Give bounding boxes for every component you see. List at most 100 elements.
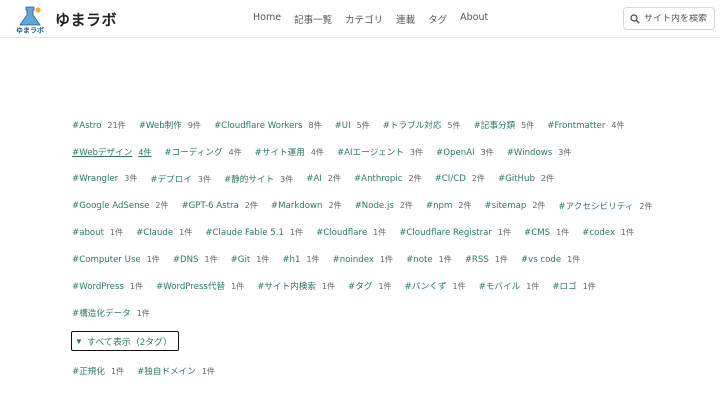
tag-link[interactable]: #GPT-6 Astra 2件 <box>181 200 257 211</box>
tag-name: #OpenAI <box>436 147 475 158</box>
tag-link[interactable]: #Claude Fable 5.1 1件 <box>205 227 303 238</box>
tag-name: #Google AdSense <box>72 201 150 212</box>
tag-link[interactable]: #Windows 3件 <box>507 147 572 158</box>
tag-count: 1件 <box>306 254 320 264</box>
tag-link[interactable]: #独自ドメイン 1件 <box>137 365 215 377</box>
tag-name: #npm <box>425 201 453 212</box>
nav-categories[interactable]: カテゴリ <box>345 12 383 26</box>
tag-link[interactable]: #Google AdSense 2件 <box>72 200 168 211</box>
tag-count: 1件 <box>231 282 245 292</box>
tag-link[interactable]: #GitHub 2件 <box>498 173 554 184</box>
tag-link[interactable]: #パンくず 1件 <box>405 280 466 292</box>
tag-count: 3件 <box>280 174 294 184</box>
tag-count: 1件 <box>256 254 270 264</box>
tag-count: 1件 <box>179 228 193 238</box>
tag-link[interactable]: #Astro 21件 <box>72 120 126 131</box>
tag-link[interactable]: #RSS 1件 <box>465 254 508 265</box>
search-input[interactable] <box>644 13 716 24</box>
nav-series[interactable]: 連載 <box>396 12 415 26</box>
tag-link[interactable]: #codex 1件 <box>582 227 634 238</box>
tag-count: 1件 <box>136 308 150 318</box>
tag-link[interactable]: #Node.js 2件 <box>355 200 413 211</box>
nav-articles[interactable]: 記事一覧 <box>294 12 332 26</box>
tag-link[interactable]: #Cloudflare Workers 8件 <box>214 120 322 131</box>
tag-link[interactable]: #正規化 1件 <box>72 365 124 377</box>
tag-link[interactable]: #静的サイト 3件 <box>224 173 293 185</box>
site-logo[interactable]: ゆまラボ <box>14 4 46 35</box>
tag-link[interactable]: #記事分類 5件 <box>474 119 535 131</box>
tag-link[interactable]: #Cloudflare 1件 <box>316 227 386 238</box>
site-name[interactable]: ゆまラボ <box>55 9 117 30</box>
tag-name: #CMS <box>524 228 551 239</box>
tag-link[interactable]: #WordPress代替 1件 <box>156 280 244 292</box>
tag-link[interactable]: #モバイル 1件 <box>479 280 540 292</box>
tag-link[interactable]: #UI 5件 <box>335 120 370 131</box>
tag-name: #about <box>72 228 104 239</box>
tag-name: #noindex <box>332 254 374 265</box>
tag-name: #Astro <box>72 120 102 131</box>
tag-link[interactable]: #Markdown 2件 <box>271 200 342 211</box>
tag-link[interactable]: #コーディング 4件 <box>164 146 241 158</box>
tag-name: #DNS <box>172 254 199 265</box>
tag-link[interactable]: #Webデザイン 4件 <box>72 146 151 158</box>
tag-link[interactable]: #Wrangler 3件 <box>72 173 137 184</box>
nav-tags[interactable]: タグ <box>428 12 447 26</box>
tag-count: 2件 <box>639 201 653 211</box>
tag-name: #h1 <box>282 254 301 265</box>
tag-link[interactable]: #vs code 1件 <box>521 254 580 265</box>
tag-count: 21件 <box>107 120 126 130</box>
tag-link[interactable]: #ロゴ 1件 <box>552 280 595 292</box>
tag-count: 2件 <box>399 201 413 211</box>
tag-link[interactable]: #Web制作 9件 <box>139 119 201 131</box>
tag-name: #ロゴ <box>552 282 577 293</box>
tag-link[interactable]: #サイト運用 4件 <box>255 146 324 158</box>
tag-link[interactable]: #サイト内検索 1件 <box>257 280 335 292</box>
tag-link[interactable]: #npm 2件 <box>426 200 472 211</box>
flask-logo-icon: ゆまラボ <box>16 6 44 35</box>
tag-row: #Astro 21件 #Web制作 9件 #Cloudflare Workers 8件 #U… <box>72 112 672 139</box>
tag-link[interactable]: #noindex 1件 <box>333 254 394 265</box>
tag-link[interactable]: #sitemap 2件 <box>484 200 545 211</box>
tag-link[interactable]: #Frontmatter 4件 <box>547 120 624 131</box>
tag-link[interactable]: #AIエージェント 3件 <box>337 146 423 158</box>
nav-about[interactable]: About <box>460 12 488 26</box>
tag-link[interactable]: #WordPress 1件 <box>72 281 143 292</box>
tag-link[interactable]: #Computer Use 1件 <box>72 254 160 265</box>
tag-link[interactable]: #構造化データ 1件 <box>72 307 150 319</box>
tag-link[interactable]: #タグ 1件 <box>348 280 391 292</box>
tag-count: 1件 <box>129 281 143 291</box>
tag-count: 1件 <box>289 228 304 238</box>
tag-count: 2件 <box>532 201 546 211</box>
tag-link[interactable]: #CMS 1件 <box>524 227 569 238</box>
tag-link[interactable]: #note 1件 <box>406 254 452 265</box>
tag-link[interactable]: #デプロイ 3件 <box>150 173 211 185</box>
tag-link[interactable]: #Cloudflare Registrar 1件 <box>399 227 511 238</box>
search-box[interactable] <box>623 7 716 30</box>
tag-link[interactable]: #Anthropic 2件 <box>354 173 422 184</box>
tag-name: #codex <box>582 228 616 239</box>
tag-name: #Cloudflare Workers <box>213 120 303 131</box>
tag-link[interactable]: #OpenAI 3件 <box>436 147 494 158</box>
tag-link[interactable]: #アクセシビリティ 2件 <box>558 200 652 212</box>
tag-link[interactable]: #AI 2件 <box>306 173 341 184</box>
tag-link[interactable]: #トラブル対応 5件 <box>383 119 461 131</box>
tag-count: 3件 <box>409 148 424 158</box>
nav-home[interactable]: Home <box>253 12 281 26</box>
tag-link[interactable]: #DNS 1件 <box>173 254 218 265</box>
tag-name: #vs code <box>520 254 562 265</box>
tag-link[interactable]: #about 1件 <box>72 227 123 238</box>
tag-link[interactable]: #CI/CD 2件 <box>435 173 485 184</box>
tag-name: #トラブル対応 <box>382 121 442 132</box>
tag-count: 2件 <box>328 201 342 211</box>
tag-link[interactable]: #Claude 1件 <box>136 227 192 238</box>
tag-count: 4件 <box>310 148 324 158</box>
tag-count: 1件 <box>556 228 570 238</box>
tag-count: 1件 <box>379 254 394 264</box>
tag-row: #Wrangler 3件 #デプロイ 3件 #静的サイト 3件 #AI 2件 #Anthropi… <box>72 166 672 193</box>
tag-count: 1件 <box>497 228 511 238</box>
show-all-toggle-button[interactable]: ▼ すべて表示（2タグ） <box>71 331 179 351</box>
tag-link[interactable]: #Git 1件 <box>231 254 270 265</box>
tag-count: 2件 <box>471 174 485 184</box>
tag-name: #デプロイ <box>150 174 192 185</box>
tag-link[interactable]: #h1 1件 <box>282 254 319 265</box>
